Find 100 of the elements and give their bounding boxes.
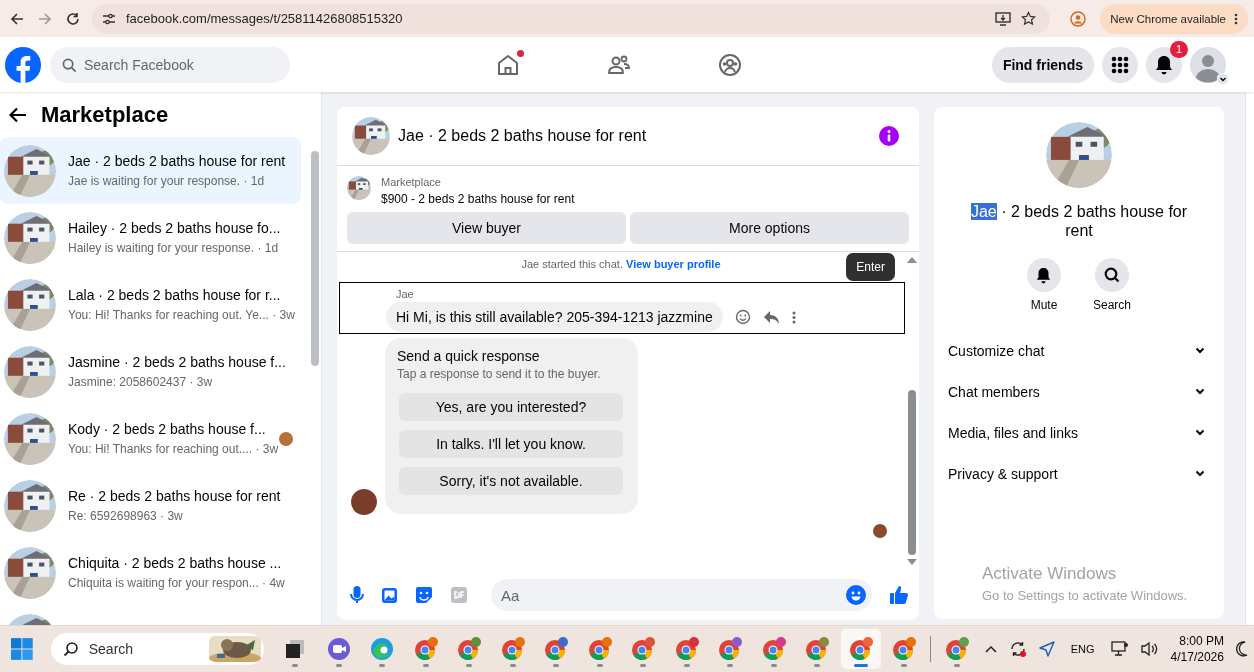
home-icon[interactable] xyxy=(496,52,520,77)
conversation-preview: Hailey is waiting for your response. · 1d xyxy=(68,239,279,257)
tooltip: Enter xyxy=(846,253,895,281)
conversation-title: Jasmine · 2 beds 2 baths house f... xyxy=(68,352,287,371)
scrollbar-track[interactable] xyxy=(1245,92,1254,625)
avatar xyxy=(351,489,377,515)
action-label: Mute xyxy=(1030,298,1058,312)
scroll-down-icon[interactable] xyxy=(907,559,917,565)
sticker-icon[interactable] xyxy=(415,586,433,604)
buyer-profile-link[interactable]: View buyer profile xyxy=(626,258,721,270)
notification-count: 1 xyxy=(1170,40,1188,58)
emoji-icon[interactable] xyxy=(846,585,866,605)
sync-icon[interactable] xyxy=(1008,640,1027,658)
grid-menu-icon xyxy=(1111,55,1129,74)
more-icon xyxy=(1234,12,1238,25)
quick-response-title: Send a quick response xyxy=(397,348,541,364)
conversation-preview: You: Hi! Thanks for reaching out. Ye... · 3w xyxy=(68,306,295,324)
quick-reply-button[interactable]: Sorry, it's not available. xyxy=(399,467,623,495)
collapsible-section[interactable]: Chat members xyxy=(948,371,1210,412)
conversation-preview: Chiquita is waiting for your respon... · 4w xyxy=(68,574,285,592)
message-field[interactable]: Aa xyxy=(491,579,872,611)
search-icon xyxy=(1104,267,1120,283)
image-icon[interactable] xyxy=(381,586,398,604)
system-message: Jae started this chat. xyxy=(521,258,623,270)
site-settings-icon[interactable] xyxy=(102,12,116,25)
collapsible-section[interactable]: Media, files and links xyxy=(948,412,1210,453)
conversation-item[interactable]: Lala · 2 beds 2 baths house for r... You: Hi! Thanks for reaching out. Ye... · 3w xyxy=(0,271,301,338)
facebook-logo[interactable] xyxy=(4,45,42,84)
reload-icon[interactable] xyxy=(66,11,80,26)
video-call-icon xyxy=(327,637,351,661)
clock-date[interactable]: 4/17/2026 xyxy=(1170,649,1224,665)
info-icon[interactable] xyxy=(879,126,899,146)
volume-icon[interactable] xyxy=(1140,641,1159,657)
conversation-title: Lala · 2 beds 2 baths house for r... xyxy=(68,285,282,304)
install-app-icon[interactable] xyxy=(995,11,1012,26)
find-friends-button[interactable]: Find friends xyxy=(991,46,1094,83)
conversation-title: Re · 2 beds 2 baths house for rent xyxy=(68,486,282,505)
browser-icon xyxy=(370,637,395,661)
notifications-button[interactable] xyxy=(1146,46,1182,83)
back-arrow-icon[interactable] xyxy=(9,106,27,123)
sender-name: Jae xyxy=(396,288,415,300)
action-label: Search xyxy=(1093,298,1131,312)
update-chrome-button[interactable]: New Chrome available xyxy=(1100,3,1248,34)
conversation-preview: Re: 6592698963 · 3w xyxy=(68,507,183,525)
clock-time[interactable]: 8:00 PM xyxy=(1179,633,1224,649)
conversation-preview: You: Hi! Thanks for reaching out.... · 3w xyxy=(68,440,279,458)
scrollbar-thumb[interactable] xyxy=(908,390,916,555)
reply-icon[interactable] xyxy=(762,309,780,325)
conversation-title: Jae · 2 beds 2 baths house for rent xyxy=(68,151,287,170)
listing-label: Marketplace xyxy=(381,176,442,188)
moon-icon[interactable] xyxy=(1235,641,1248,657)
bell-icon xyxy=(1036,266,1052,284)
collapsible-section[interactable]: Customize chat xyxy=(948,330,1210,371)
conversation-title: Kody · 2 beds 2 baths house f... xyxy=(68,419,267,438)
bell-icon xyxy=(1155,54,1173,75)
network-icon[interactable] xyxy=(1110,641,1129,657)
conversation-preview: Jae is waiting for your response. · 1d xyxy=(68,172,265,190)
menu-button[interactable] xyxy=(1102,46,1138,83)
mute-button[interactable] xyxy=(1027,258,1061,292)
collapsible-section[interactable]: Privacy & support xyxy=(948,453,1210,494)
address-bar[interactable]: facebook.com/messages/t/25811426808515320 xyxy=(92,3,1051,34)
listing-title: $900 - 2 beds 2 baths house for rent xyxy=(381,192,575,206)
message-bubble: Hi Mi, is this still available? 205-394-1213 jazzmine xyxy=(386,302,723,332)
quick-response-hint: Tap a response to send it to the buyer. xyxy=(397,367,602,381)
language-indicator[interactable]: ENG xyxy=(1070,643,1095,655)
back-icon[interactable] xyxy=(10,11,24,26)
search-button[interactable] xyxy=(1095,258,1129,292)
conversation-item[interactable]: Hailey · 2 beds 2 baths house fo... Hailey is waiting for your response. · 1d xyxy=(0,204,301,271)
read-receipt-avatar xyxy=(873,524,887,538)
profile-icon[interactable] xyxy=(1070,10,1087,27)
conversation-preview: Jasmine: 2058602437 · 3w xyxy=(68,373,213,391)
chat-title: Jae · 2 beds 2 baths house for rent xyxy=(398,127,647,145)
search-field[interactable]: Search Facebook xyxy=(50,46,290,83)
thumbs-up-icon[interactable] xyxy=(889,585,909,605)
quick-reply-button[interactable]: Yes, are you interested? xyxy=(399,393,623,421)
quick-reply-button[interactable]: In talks. I'll let you know. xyxy=(399,430,623,458)
activation-title: Activate Windows xyxy=(982,564,1118,584)
conversation-item[interactable]: Re · 2 beds 2 baths house for rent Re: 6592698963 · 3w xyxy=(0,472,301,539)
scrollbar-thumb[interactable] xyxy=(311,151,319,366)
microphone-icon[interactable] xyxy=(350,586,364,604)
conversation-item[interactable]: Jae · 2 beds 2 baths house for rent Jae is waiting for your response. · 1d xyxy=(0,137,301,204)
caret-icon[interactable] xyxy=(984,645,997,653)
conversation-item[interactable]: Kody · 2 beds 2 baths house f... You: Hi! Thanks for reaching out.... · 3w xyxy=(0,405,301,472)
conversation-item[interactable]: Chiquita · 2 beds 2 baths house ... Chiquita is waiting for your respon... · 4w xyxy=(0,539,301,606)
start-icon[interactable] xyxy=(11,638,33,660)
groups-icon[interactable] xyxy=(718,52,742,77)
more-icon[interactable] xyxy=(791,310,796,324)
bookmark-star-icon[interactable] xyxy=(1021,11,1037,26)
location-icon[interactable] xyxy=(1038,641,1055,657)
scroll-up-icon[interactable] xyxy=(907,257,917,263)
conversation-title: Hailey · 2 beds 2 baths house fo... xyxy=(68,218,282,237)
action-button[interactable]: View buyer xyxy=(347,212,626,244)
activation-hint: Go to Settings to activate Windows. xyxy=(982,588,1188,603)
conversation-name: Jae · 2 beds 2 baths house for rent xyxy=(969,202,1189,240)
task-view-icon xyxy=(284,638,307,660)
action-button[interactable]: More options xyxy=(630,212,909,244)
conversation-item[interactable]: Jasmine · 2 beds 2 baths house f... Jasmine: 2058602437 · 3w xyxy=(0,338,301,405)
react-icon[interactable] xyxy=(734,309,751,325)
sidebar-title: Marketplace xyxy=(41,101,169,128)
message-row[interactable]: Jae Hi Mi, is this still available? 205-394-1213 jazzmine xyxy=(339,282,905,334)
